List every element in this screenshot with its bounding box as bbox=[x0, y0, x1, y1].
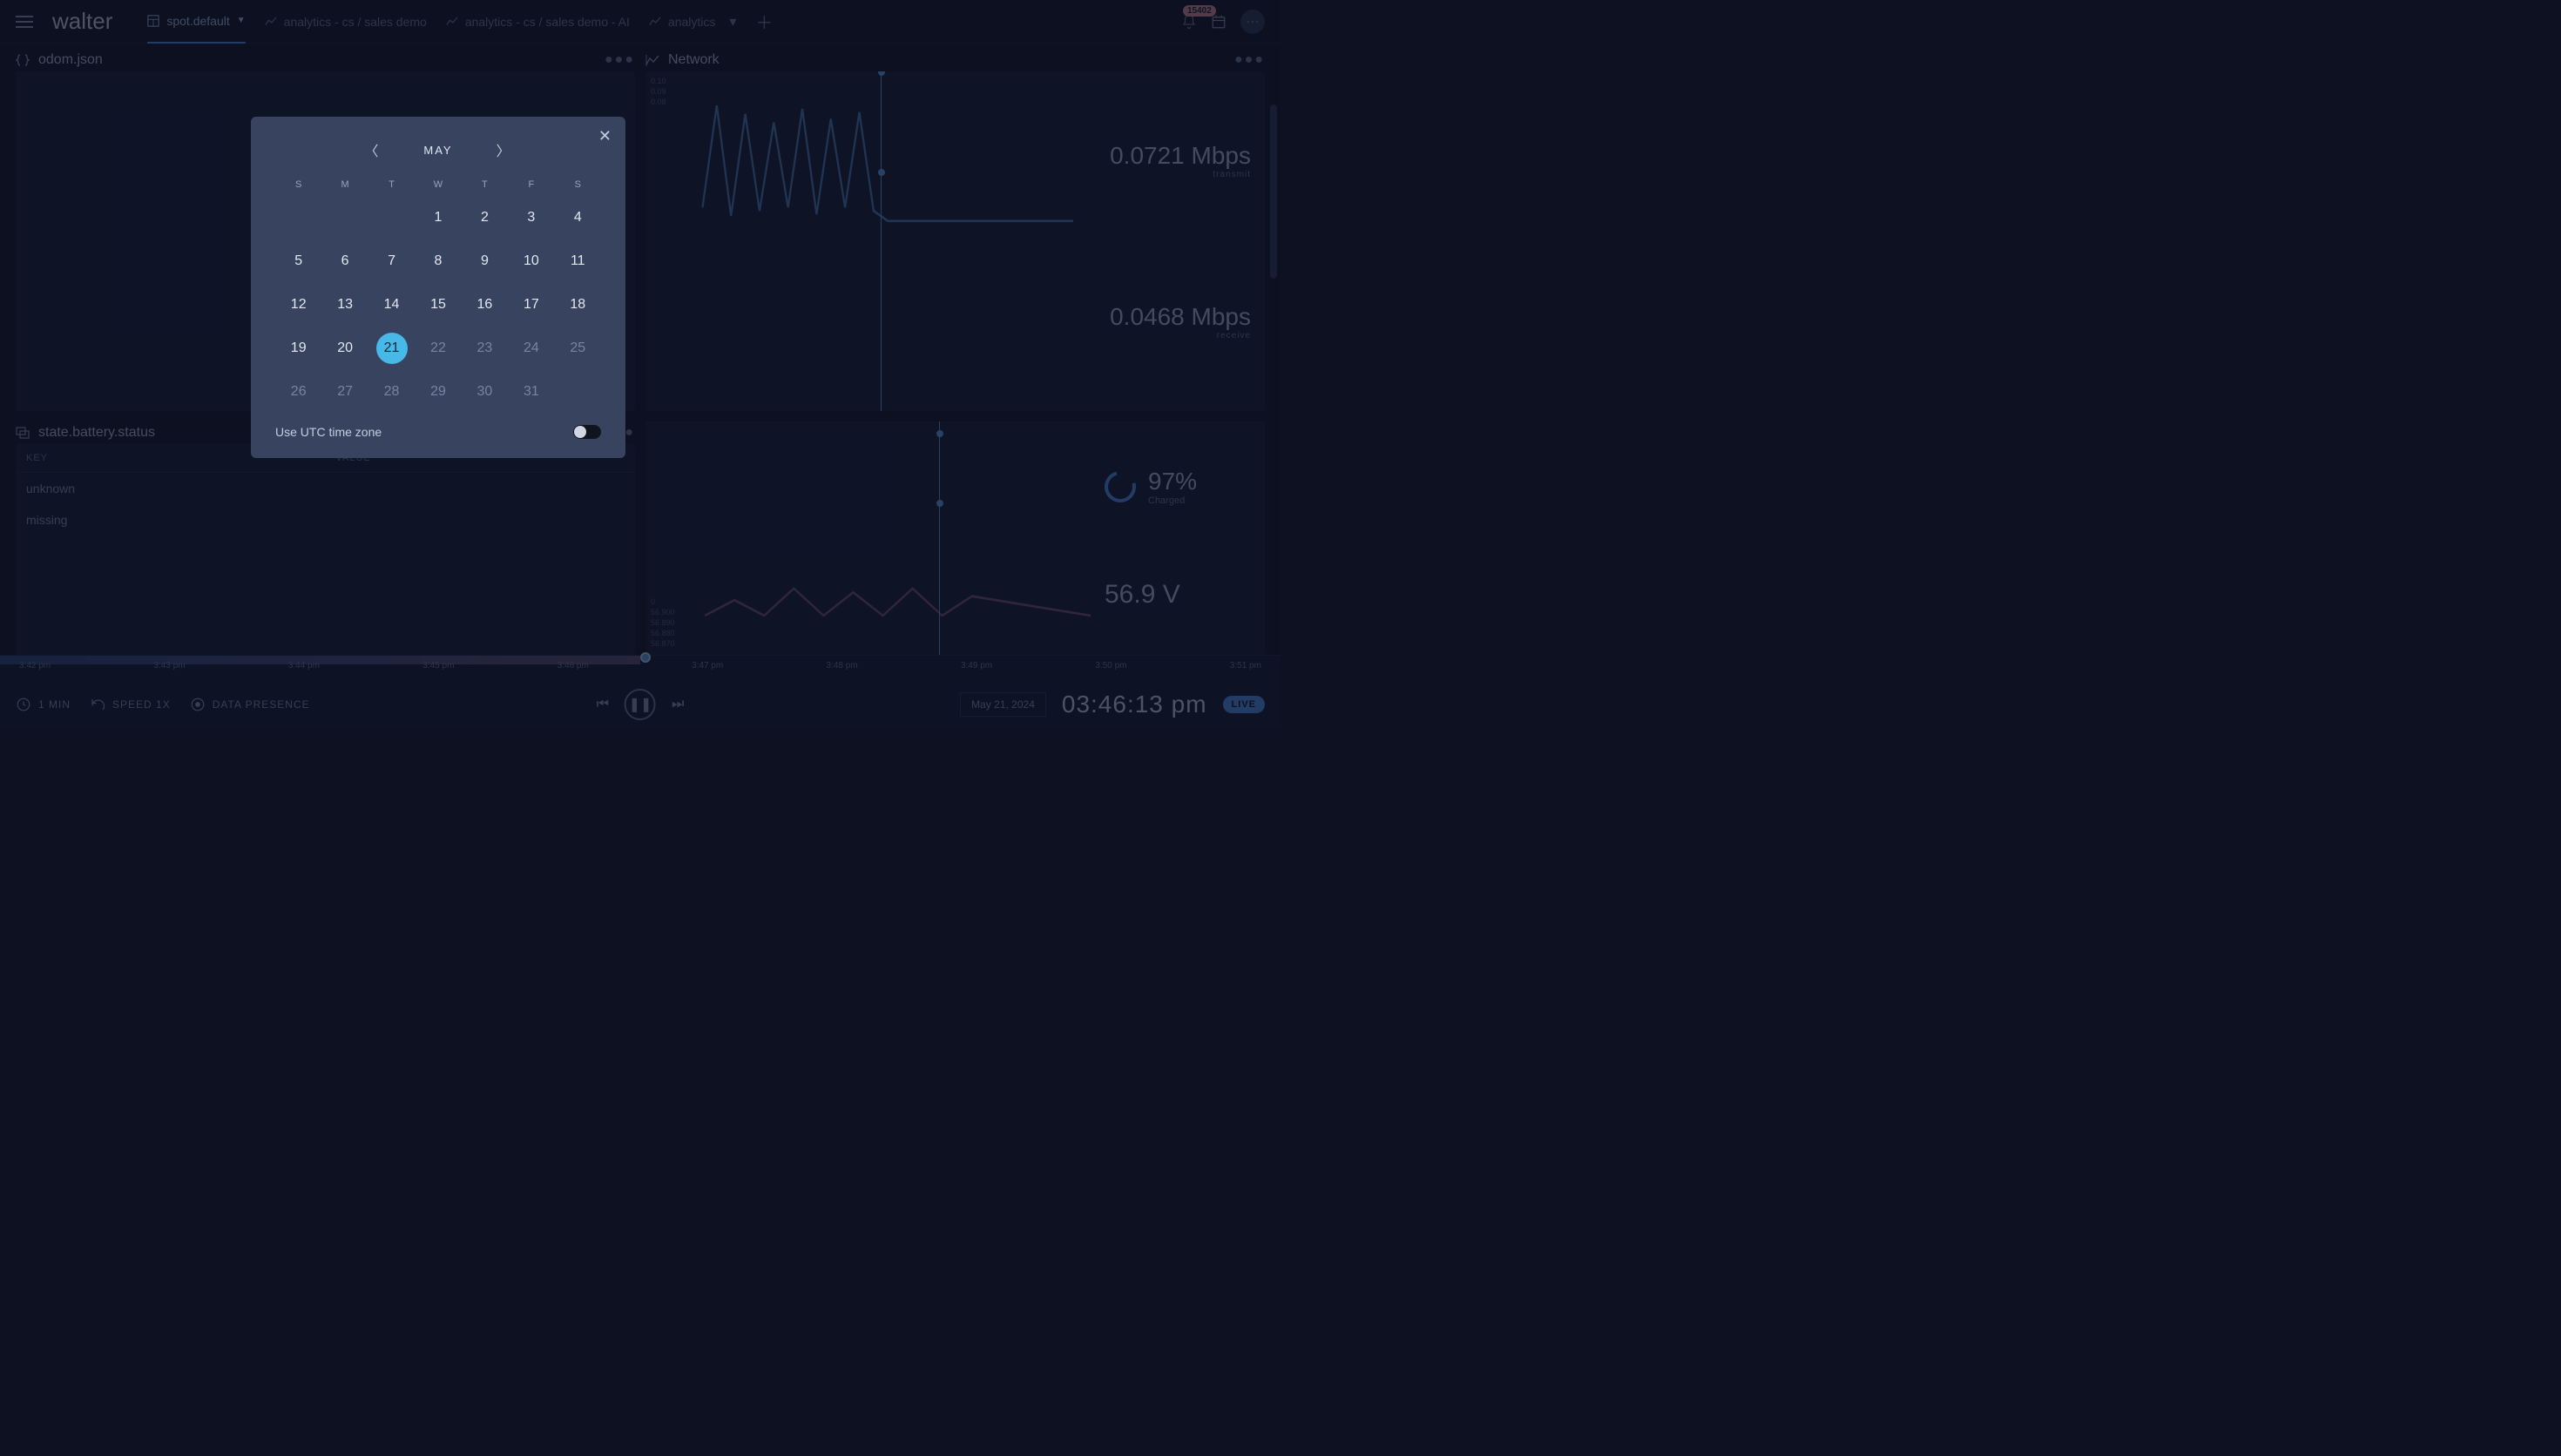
day-header: S bbox=[275, 179, 321, 190]
calendar-day[interactable]: 15 bbox=[422, 289, 454, 320]
calendar-day bbox=[283, 202, 314, 233]
calendar-day[interactable]: 13 bbox=[329, 289, 361, 320]
day-header: M bbox=[321, 179, 368, 190]
close-button[interactable]: ✕ bbox=[598, 127, 612, 145]
calendar-day[interactable]: 4 bbox=[562, 202, 593, 233]
calendar-day[interactable]: 2 bbox=[469, 202, 500, 233]
calendar-day[interactable]: 30 bbox=[469, 376, 500, 408]
modal-overlay[interactable] bbox=[0, 0, 1280, 728]
calendar-modal: ✕ 〈 MAY 〉 SMTWTFS12345678910111213141516… bbox=[251, 117, 625, 458]
next-month-button[interactable]: 〉 bbox=[497, 139, 512, 160]
calendar-day[interactable]: 16 bbox=[469, 289, 500, 320]
calendar-day[interactable]: 9 bbox=[469, 246, 500, 277]
day-header: W bbox=[415, 179, 461, 190]
calendar-day[interactable]: 6 bbox=[329, 246, 361, 277]
month-label: MAY bbox=[423, 144, 452, 157]
utc-toggle[interactable] bbox=[573, 425, 601, 439]
calendar-day[interactable]: 24 bbox=[516, 333, 547, 364]
calendar-day[interactable]: 17 bbox=[516, 289, 547, 320]
calendar-day[interactable]: 11 bbox=[562, 246, 593, 277]
toggle-knob bbox=[574, 426, 586, 438]
day-header: T bbox=[368, 179, 415, 190]
calendar-day[interactable]: 1 bbox=[422, 202, 454, 233]
calendar-day[interactable]: 12 bbox=[283, 289, 314, 320]
calendar-header: 〈 MAY 〉 bbox=[275, 139, 601, 160]
calendar-day[interactable]: 19 bbox=[283, 333, 314, 364]
calendar-day[interactable]: 27 bbox=[329, 376, 361, 408]
calendar-day[interactable]: 26 bbox=[283, 376, 314, 408]
calendar-day[interactable]: 21 bbox=[376, 333, 408, 364]
calendar-day[interactable]: 14 bbox=[376, 289, 408, 320]
calendar-day[interactable]: 22 bbox=[422, 333, 454, 364]
calendar-day[interactable]: 20 bbox=[329, 333, 361, 364]
calendar-day[interactable]: 7 bbox=[376, 246, 408, 277]
calendar-day[interactable]: 23 bbox=[469, 333, 500, 364]
utc-label: Use UTC time zone bbox=[275, 425, 382, 439]
calendar-day bbox=[329, 202, 361, 233]
calendar-day[interactable]: 25 bbox=[562, 333, 593, 364]
day-header: T bbox=[462, 179, 508, 190]
calendar-day[interactable]: 18 bbox=[562, 289, 593, 320]
calendar-day[interactable]: 8 bbox=[422, 246, 454, 277]
calendar-day bbox=[376, 202, 408, 233]
calendar-day[interactable]: 10 bbox=[516, 246, 547, 277]
calendar-day[interactable]: 5 bbox=[283, 246, 314, 277]
calendar-day[interactable]: 28 bbox=[376, 376, 408, 408]
calendar-day[interactable]: 31 bbox=[516, 376, 547, 408]
calendar-day[interactable]: 3 bbox=[516, 202, 547, 233]
calendar-footer: Use UTC time zone bbox=[275, 425, 601, 439]
calendar-day bbox=[562, 376, 593, 408]
calendar-day[interactable]: 29 bbox=[422, 376, 454, 408]
prev-month-button[interactable]: 〈 bbox=[364, 139, 380, 160]
calendar-grid: SMTWTFS123456789101112131415161718192021… bbox=[275, 179, 601, 408]
day-header: S bbox=[555, 179, 601, 190]
day-header: F bbox=[508, 179, 554, 190]
